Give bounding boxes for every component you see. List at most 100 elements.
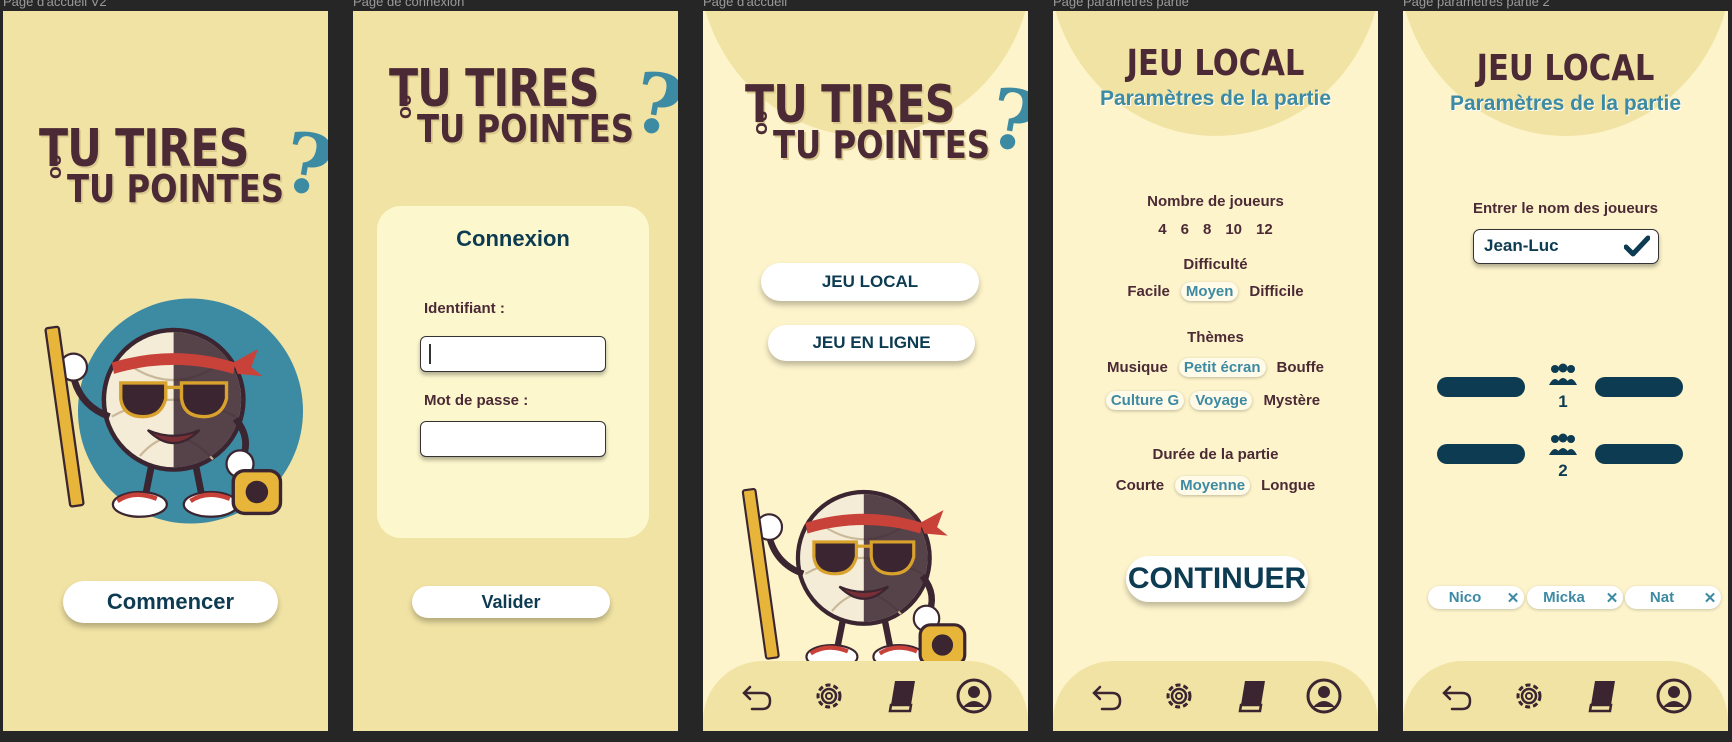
- players-option[interactable]: 12: [1251, 220, 1278, 239]
- player-name-input[interactable]: Jean-Luc: [1473, 229, 1659, 264]
- themes-row: Musique Petit écran Bouffe: [1053, 358, 1378, 377]
- team-icon: [1549, 433, 1577, 455]
- text-caret: [429, 344, 431, 364]
- gear-icon[interactable]: [1510, 677, 1548, 715]
- team2-number: 2: [1558, 461, 1568, 480]
- check-icon[interactable]: [1624, 235, 1650, 257]
- theme-music[interactable]: Musique: [1102, 358, 1173, 377]
- mascot-illustration: [731, 451, 986, 686]
- profile-icon[interactable]: [1655, 677, 1693, 715]
- player-chip[interactable]: Micka ✕: [1527, 586, 1623, 609]
- profile-icon[interactable]: [1305, 677, 1343, 715]
- duration-medium[interactable]: Moyenne: [1175, 476, 1251, 495]
- frame-label: Page paramètres partie: [1053, 0, 1189, 9]
- logo-ou: OU: [753, 110, 771, 135]
- player-names-label: Entrer le nom des joueurs: [1472, 200, 1659, 217]
- players-option[interactable]: 8: [1198, 220, 1216, 239]
- logo-ou: OU: [397, 94, 415, 119]
- close-icon[interactable]: ✕: [1601, 589, 1623, 607]
- team2-slot-right[interactable]: [1595, 444, 1683, 464]
- back-arrow-icon[interactable]: [1438, 677, 1476, 715]
- players-option[interactable]: 10: [1220, 220, 1247, 239]
- players-option[interactable]: 4: [1153, 220, 1171, 239]
- player-chip-label: Nat: [1649, 589, 1675, 606]
- mascot-illustration: [33, 298, 303, 524]
- frame-label: Page d'accueil V2: [3, 0, 107, 9]
- bottom-tab-bar: [1403, 661, 1728, 731]
- continue-button[interactable]: CONTINUER: [1126, 556, 1308, 602]
- player-chip[interactable]: Nico ✕: [1428, 586, 1524, 609]
- book-icon[interactable]: [1583, 677, 1621, 715]
- back-arrow-icon[interactable]: [738, 677, 776, 715]
- local-game-button[interactable]: JEU LOCAL: [761, 263, 979, 301]
- app-logo: TU TIRES OU TU POINTES ?: [39, 114, 328, 229]
- theme-small-screen[interactable]: Petit écran: [1178, 358, 1266, 377]
- frame-label: Page d'accueil: [703, 0, 788, 9]
- difficulty-hard[interactable]: Difficile: [1244, 282, 1308, 301]
- frame-label: Page paramètres partie 2: [1403, 0, 1550, 9]
- login-title: Connexion: [456, 226, 570, 251]
- difficulty-options: Facile Moyen Difficile: [1053, 282, 1378, 301]
- players-options: 4 6 8 10 12: [1053, 220, 1378, 239]
- themes-label: Thèmes: [1187, 329, 1244, 346]
- screen-game-settings: JEU LOCAL Paramètres de la partie Nombre…: [1053, 11, 1378, 731]
- screen-home: TU TIRES OU TU POINTES ? JEU LOCAL JEU E…: [703, 11, 1028, 731]
- page-title: JEU LOCAL: [1126, 43, 1305, 84]
- player-chip[interactable]: Nat ✕: [1625, 586, 1721, 609]
- theme-food[interactable]: Bouffe: [1272, 358, 1330, 377]
- profile-icon[interactable]: [955, 677, 993, 715]
- screen-home-v2: TU TIRES OU TU POINTES ? Commencer: [3, 11, 328, 731]
- difficulty-label: Difficulté: [1183, 256, 1248, 273]
- player-name-value: Jean-Luc: [1484, 236, 1559, 255]
- team1-slot-left[interactable]: [1437, 377, 1525, 397]
- logo-line2: TU POINTES: [773, 123, 991, 167]
- login-card: Connexion Identifiant : Mot de passe :: [377, 206, 649, 538]
- close-icon[interactable]: ✕: [1699, 589, 1721, 607]
- theme-general-culture[interactable]: Culture G: [1105, 391, 1185, 410]
- app-logo: TU TIRES OU TU POINTES ?: [389, 54, 678, 169]
- logo-ou: OU: [47, 154, 65, 179]
- logo-question: ?: [982, 69, 1028, 173]
- password-label: Mot de passe :: [424, 392, 529, 409]
- difficulty-medium[interactable]: Moyen: [1180, 282, 1239, 301]
- close-icon[interactable]: ✕: [1502, 589, 1524, 607]
- players-label: Nombre de joueurs: [1147, 193, 1284, 210]
- theme-mystery[interactable]: Mystère: [1258, 391, 1325, 410]
- app-logo: TU TIRES OU TU POINTES ?: [745, 70, 1028, 185]
- theme-travel[interactable]: Voyage: [1190, 391, 1253, 410]
- team2-slot-left[interactable]: [1437, 444, 1525, 464]
- book-icon[interactable]: [1233, 677, 1271, 715]
- duration-long[interactable]: Longue: [1256, 476, 1320, 495]
- team1-slot-right[interactable]: [1595, 377, 1683, 397]
- online-game-button[interactable]: JEU EN LIGNE: [768, 325, 975, 361]
- bottom-tab-bar: [703, 661, 1028, 731]
- page-subtitle: Paramètres de la partie: [1099, 87, 1332, 110]
- team-icon: [1549, 363, 1577, 385]
- logo-question: ?: [626, 53, 678, 157]
- page-title: JEU LOCAL: [1476, 48, 1655, 89]
- screen-game-settings-2: JEU LOCAL Paramètres de la partie Entrer…: [1403, 11, 1728, 731]
- team1-number: 1: [1558, 392, 1568, 411]
- start-button[interactable]: Commencer: [63, 581, 278, 623]
- duration-short[interactable]: Courte: [1111, 476, 1169, 495]
- book-icon[interactable]: [883, 677, 921, 715]
- difficulty-easy[interactable]: Facile: [1122, 282, 1175, 301]
- page-subtitle: Paramètres de la partie: [1449, 92, 1682, 115]
- player-chip-label: Micka: [1543, 589, 1585, 606]
- frame-label: Page de connexion: [353, 0, 465, 9]
- gear-icon[interactable]: [1160, 677, 1198, 715]
- players-option[interactable]: 6: [1176, 220, 1194, 239]
- screen-login: TU TIRES OU TU POINTES ? Connexion Ident…: [353, 11, 678, 731]
- validate-button[interactable]: Valider: [412, 586, 610, 618]
- duration-label: Durée de la partie: [1152, 446, 1279, 463]
- gear-icon[interactable]: [810, 677, 848, 715]
- password-input[interactable]: [420, 421, 606, 457]
- themes-row: Culture G Voyage Mystère: [1053, 391, 1378, 410]
- duration-options: Courte Moyenne Longue: [1053, 476, 1378, 495]
- logo-question: ?: [276, 113, 328, 217]
- identifier-label: Identifiant :: [424, 300, 505, 317]
- back-arrow-icon[interactable]: [1088, 677, 1126, 715]
- identifier-input[interactable]: [420, 336, 606, 372]
- bottom-tab-bar: [1053, 661, 1378, 731]
- logo-line2: TU POINTES: [67, 167, 285, 211]
